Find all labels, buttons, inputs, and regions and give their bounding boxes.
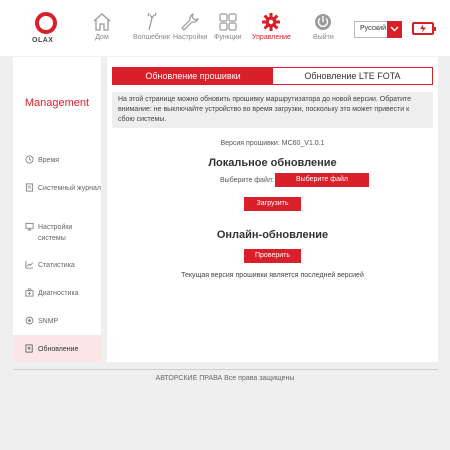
local-update-title: Локальное обновление <box>208 157 337 169</box>
main-panel: Обновление прошивки Обновление LTE FOTA … <box>107 57 438 362</box>
nav-settings[interactable]: Настройки <box>173 12 207 41</box>
gear-icon <box>262 13 281 31</box>
nav-wizard[interactable]: Волшебник <box>133 12 170 41</box>
firmware-version: Версия прошивки: MC60_V1.0.1 <box>107 140 438 147</box>
document-icon <box>25 183 34 192</box>
sidebar-item-label: Статистика <box>38 262 75 269</box>
sidebar-item-update[interactable]: Обновление <box>13 335 101 362</box>
chevron-down-icon <box>390 26 399 32</box>
nav-home[interactable]: Дом <box>92 12 112 41</box>
footer-copyright: АВТОРСКИЕ ПРАВА Все права защищены <box>155 375 295 382</box>
tab-bar: Обновление прошивки Обновление LTE FOTA <box>112 67 433 85</box>
sidebar-item-statistics[interactable]: Статистика <box>13 260 101 271</box>
power-icon <box>315 14 332 30</box>
nav-logout-label: Выйти <box>313 34 334 41</box>
firmware-version-label: Версия прошивки: <box>220 140 280 147</box>
nav-wizard-label: Волшебник <box>133 34 170 41</box>
chart-icon <box>25 260 34 269</box>
update-notice: На этой странице можно обновить прошивку… <box>112 92 433 128</box>
nav-functions-label: Функции <box>214 34 242 41</box>
battery-charging-icon <box>412 22 436 35</box>
monitor-icon <box>25 222 34 231</box>
logo-text: OLAX <box>32 37 54 44</box>
clock-icon <box>25 155 34 164</box>
logo-ring-icon <box>35 12 57 34</box>
medkit-icon <box>25 288 34 297</box>
nav-management-label: Управление <box>252 34 291 41</box>
choose-file-button[interactable]: Выберите файл <box>275 173 369 187</box>
sidebar-item-label: Настройки системы <box>38 224 73 242</box>
language-value: Русский <box>360 25 386 32</box>
sidebar-item-snmp[interactable]: SNMP <box>13 316 101 327</box>
nav-management[interactable]: Управление <box>252 12 291 41</box>
sidebar: Management Время Системный журнал Настро… <box>13 57 101 362</box>
snmp-icon <box>25 316 34 325</box>
nav-settings-label: Настройки <box>173 34 208 41</box>
choose-file-label: Выберите файл: <box>220 177 274 184</box>
nav-logout[interactable]: Выйти <box>313 12 334 41</box>
wand-icon <box>147 12 158 31</box>
top-header: OLAX Дом Волшебник Настройки Функции Упр… <box>0 0 450 56</box>
olax-logo[interactable]: OLAX <box>32 12 62 50</box>
sidebar-item-label: SNMP <box>38 318 59 325</box>
grid-icon <box>219 13 237 31</box>
sidebar-item-diagnostics[interactable]: Диагностика <box>13 288 101 299</box>
tab-firmware-update[interactable]: Обновление прошивки <box>113 68 273 84</box>
upload-button[interactable]: Загрузить <box>244 197 301 211</box>
sidebar-item-label: Обновление <box>38 346 79 353</box>
home-icon <box>93 13 111 31</box>
sidebar-item-label: Диагностика <box>38 290 79 297</box>
wrench-icon <box>181 12 200 31</box>
online-update-title: Онлайн-обновление <box>216 229 329 241</box>
sidebar-item-time[interactable]: Время <box>13 155 101 166</box>
tab-lte-fota-update[interactable]: Обновление LTE FOTA <box>273 68 432 84</box>
check-button[interactable]: Проверить <box>244 249 301 263</box>
sidebar-item-syslog[interactable]: Системный журнал <box>13 183 101 194</box>
sidebar-item-system-settings[interactable]: Настройки системы <box>13 222 101 244</box>
sidebar-item-label: Системный журнал <box>38 185 101 192</box>
update-icon <box>25 344 33 353</box>
firmware-version-value: MC60_V1.0.1 <box>281 140 325 147</box>
sidebar-title: Management <box>24 97 90 109</box>
nav-functions[interactable]: Функции <box>214 12 242 41</box>
nav-home-label: Дом <box>95 34 109 41</box>
language-dropdown-button[interactable] <box>387 21 402 38</box>
sidebar-item-label: Время <box>38 157 60 164</box>
update-status-text: Текущая версия прошивки является последн… <box>181 272 364 279</box>
footer-divider <box>13 369 438 370</box>
